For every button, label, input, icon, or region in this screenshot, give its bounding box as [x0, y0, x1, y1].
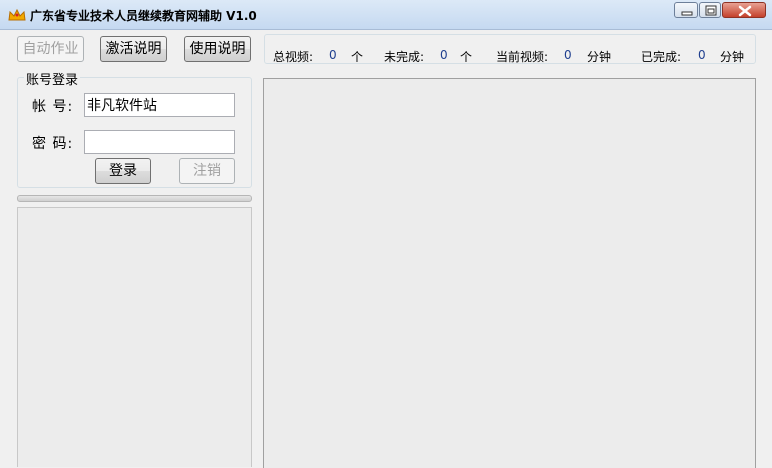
- progress-bar: [17, 195, 252, 202]
- crown-icon: [8, 8, 26, 22]
- current-video-value: 0: [564, 48, 572, 62]
- maximize-button[interactable]: [699, 2, 721, 18]
- completed-label: 已完成:: [641, 50, 682, 64]
- usage-help-button[interactable]: 使用说明: [184, 36, 251, 62]
- current-video-unit: 分钟: [587, 50, 612, 64]
- logout-button[interactable]: 注销: [179, 158, 235, 184]
- client-area: 自动作业 激活说明 使用说明 总视频: 0 个 未完成: 0 个 当前视频: 0…: [0, 30, 772, 468]
- completed-value: 0: [698, 48, 706, 62]
- pending-label: 未完成:: [384, 50, 425, 64]
- pending-unit: 个: [460, 50, 473, 64]
- login-group: 账号登录 帐 号: 密 码: 登录 注销: [17, 69, 252, 188]
- password-label: 密 码:: [32, 136, 74, 152]
- close-icon: [738, 5, 752, 17]
- window-title: 广东省专业技术人员继续教育网辅助 V1.0: [30, 9, 257, 23]
- course-list-panel[interactable]: [17, 207, 252, 467]
- total-videos-label: 总视频:: [273, 50, 314, 64]
- current-video-label: 当前视频:: [496, 50, 549, 64]
- password-input[interactable]: [84, 130, 235, 154]
- pending-value: 0: [440, 48, 448, 62]
- minimize-icon: [681, 11, 693, 16]
- minimize-button[interactable]: [674, 2, 698, 18]
- total-videos-unit: 个: [351, 50, 364, 64]
- title-bar: 广东省专业技术人员继续教育网辅助 V1.0: [0, 0, 772, 30]
- account-label: 帐 号:: [32, 99, 74, 115]
- auto-task-button[interactable]: 自动作业: [17, 36, 84, 62]
- content-panel[interactable]: [263, 78, 756, 468]
- completed-unit: 分钟: [720, 50, 745, 64]
- activation-help-button[interactable]: 激活说明: [100, 36, 167, 62]
- login-group-title: 账号登录: [24, 69, 81, 88]
- stats-bar: 总视频: 0 个 未完成: 0 个 当前视频: 0 分钟 已完成: 0 分钟: [264, 34, 756, 64]
- maximize-icon: [705, 5, 717, 16]
- login-button[interactable]: 登录: [95, 158, 151, 184]
- close-button[interactable]: [722, 2, 766, 18]
- total-videos-value: 0: [329, 48, 337, 62]
- account-input[interactable]: [84, 93, 235, 117]
